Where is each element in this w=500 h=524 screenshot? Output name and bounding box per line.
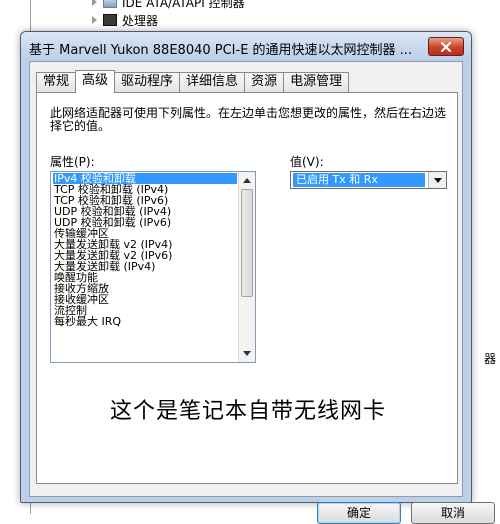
close-icon — [440, 41, 452, 52]
advanced-panel: 此网络适配器可使用下列属性。在左边单击您想更改的属性，然后在右边选择它的值。 属… — [36, 92, 458, 484]
title-bar[interactable]: 基于 Marvell Yukon 88E8040 PCI-E 的通用快速以太网控… — [21, 32, 471, 61]
scroll-thumb[interactable] — [241, 189, 253, 297]
list-item[interactable]: 接收缓冲区 — [53, 294, 237, 305]
scroll-down-icon[interactable] — [243, 351, 251, 356]
list-item[interactable]: UDP 校验和卸载 (IPv6) — [53, 217, 237, 228]
tab-advanced[interactable]: 高级 — [75, 70, 116, 93]
properties-dialog: 基于 Marvell Yukon 88E8040 PCI-E 的通用快速以太网控… — [20, 31, 495, 524]
list-item[interactable]: TCP 校验和卸载 (IPv4) — [53, 184, 237, 195]
tree-node-label: IDE ATA/ATAPI 控制器 — [122, 0, 245, 10]
list-item[interactable]: 每秒最大 IRQ — [53, 316, 237, 327]
property-label: 属性(P): — [50, 155, 95, 169]
description-text: 此网络适配器可使用下列属性。在左边单击您想更改的属性，然后在右边选择它的值。 — [50, 106, 447, 133]
tab-resources[interactable]: 资源 — [244, 72, 285, 92]
expand-arrow-icon[interactable] — [92, 16, 97, 24]
list-item[interactable]: UDP 校验和卸载 (IPv4) — [53, 206, 237, 217]
list-item[interactable]: 接收方缩放 — [53, 283, 237, 294]
list-item[interactable]: IPv4 校验和卸载 — [53, 173, 237, 184]
list-item[interactable]: 传输缓冲区 — [53, 228, 237, 239]
close-button[interactable] — [428, 37, 464, 56]
background-text: 器 — [484, 352, 497, 366]
tab-power-management[interactable]: 电源管理 — [283, 72, 350, 92]
list-item[interactable]: TCP 校验和卸载 (IPv6) — [53, 195, 237, 206]
tab-general[interactable]: 常规 — [36, 72, 77, 92]
scroll-up-icon[interactable] — [243, 178, 251, 183]
tab-strip: 常规 高级 驱动程序 详细信息 资源 电源管理 — [36, 70, 350, 93]
list-item[interactable]: 唤醒功能 — [53, 272, 237, 283]
value-dropdown[interactable]: 已启用 Tx 和 Rx — [290, 171, 447, 189]
cpu-icon — [103, 14, 117, 26]
disk-icon — [103, 0, 117, 8]
tab-driver[interactable]: 驱动程序 — [114, 72, 181, 92]
property-listbox[interactable]: IPv4 校验和卸载 TCP 校验和卸载 (IPv4) TCP 校验和卸载 (I… — [50, 171, 256, 363]
tree-node-label: 处理器 — [122, 13, 159, 28]
list-item[interactable]: 流控制 — [53, 305, 237, 316]
dialog-title: 基于 Marvell Yukon 88E8040 PCI-E 的通用快速以太网控… — [29, 43, 413, 58]
list-item[interactable]: 大量发送卸载 v2 (IPv6) — [53, 250, 237, 261]
expand-arrow-icon[interactable] — [92, 0, 97, 6]
value-label: 值(V): — [290, 155, 324, 169]
list-item[interactable]: 大量发送卸载 (IPv4) — [53, 261, 237, 272]
annotation-text: 这个是笔记本自带无线网卡 — [109, 399, 386, 424]
list-scrollbar[interactable] — [238, 172, 255, 362]
tree-node-processor[interactable]: 处理器 — [92, 10, 158, 30]
tab-details[interactable]: 详细信息 — [179, 72, 246, 92]
value-selected: 已启用 Tx 和 Rx — [293, 173, 425, 187]
cancel-button[interactable]: 取消 — [411, 502, 495, 524]
list-item[interactable]: 大量发送卸载 v2 (IPv4) — [53, 239, 237, 250]
ok-button[interactable]: 确定 — [317, 502, 401, 524]
property-list: IPv4 校验和卸载 TCP 校验和卸载 (IPv4) TCP 校验和卸载 (I… — [53, 173, 237, 327]
dialog-client: 常规 高级 驱动程序 详细信息 资源 电源管理 此网络适配器可使用下列属性。在左… — [29, 61, 495, 524]
chevron-down-icon[interactable] — [428, 172, 446, 188]
